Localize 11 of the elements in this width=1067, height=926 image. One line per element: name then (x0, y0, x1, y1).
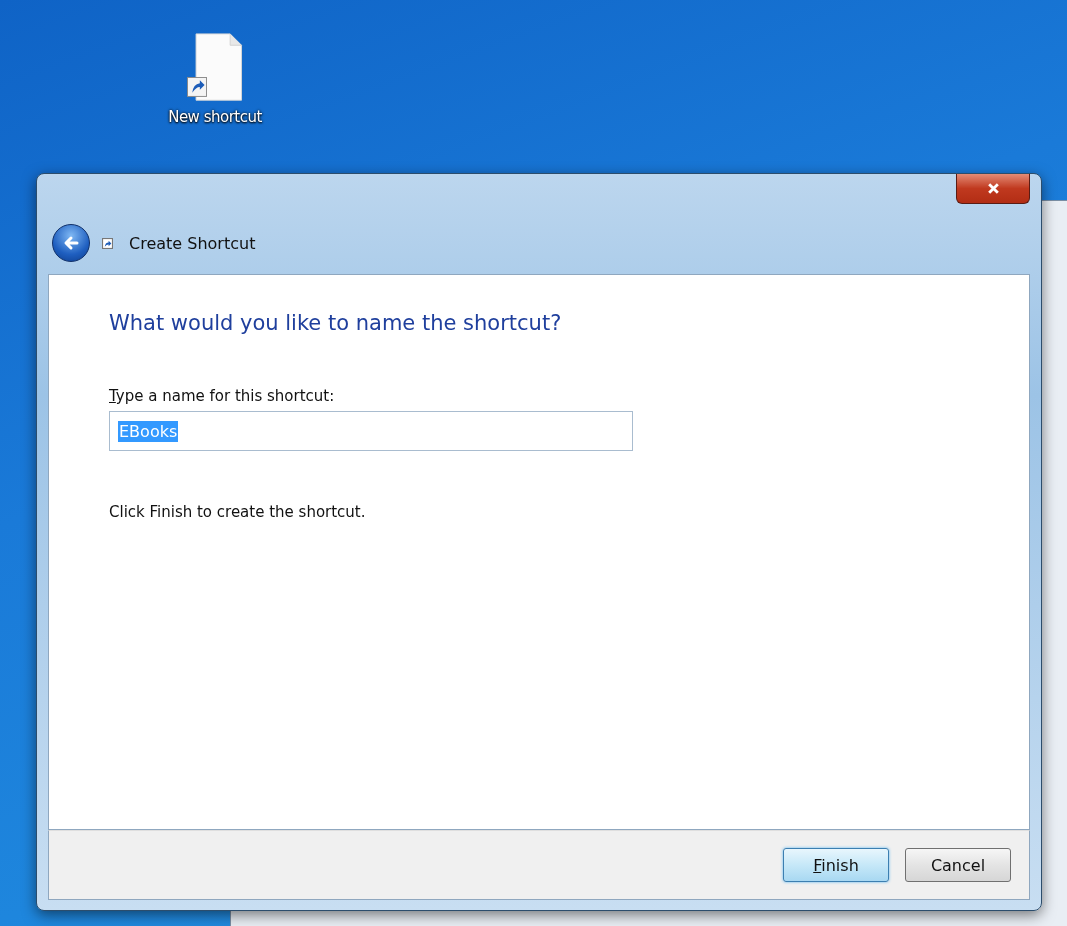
desktop-icon-label[interactable]: New shortcut (168, 108, 262, 126)
field-label: Type a name for this shortcut: (109, 387, 336, 405)
back-button[interactable] (52, 224, 90, 262)
dialog-heading: What would you like to name the shortcut? (109, 311, 563, 335)
instruction-text: Click Finish to create the shortcut. (109, 503, 367, 521)
cancel-button[interactable]: Cancel (905, 848, 1011, 882)
close-button[interactable] (956, 174, 1030, 204)
finish-button[interactable]: Finish (783, 848, 889, 882)
close-icon (986, 182, 1000, 195)
window-title: Create Shortcut (129, 233, 256, 253)
shortcut-arrow-icon (102, 237, 113, 249)
